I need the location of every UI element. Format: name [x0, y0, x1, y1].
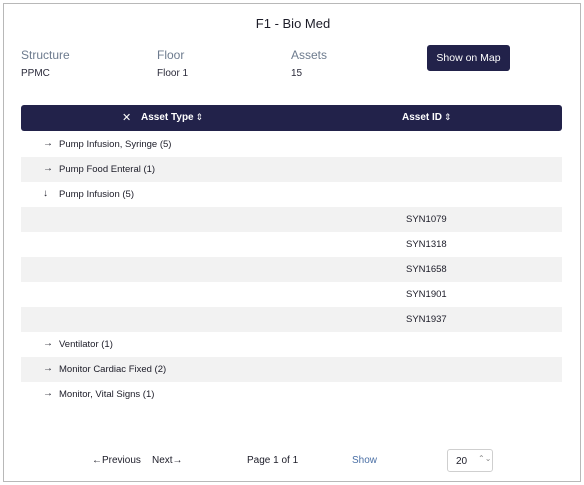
table-row[interactable]: → Ventilator (1): [21, 332, 562, 357]
group-label: Monitor Cardiac Fixed (2): [59, 364, 167, 375]
structure-label: Structure: [21, 48, 70, 62]
structure-value: PPMC: [21, 68, 50, 79]
page-title: F1 - Bio Med: [255, 16, 331, 31]
table-header: ✕ Asset Type ⇕ Asset ID ⇕: [21, 105, 562, 131]
asset-panel: F1 - Bio Med Structure PPMC Floor Floor …: [3, 3, 581, 482]
asset-id-header-label: Asset ID: [402, 112, 443, 123]
table-row[interactable]: → Pump Infusion, Syringe (5): [21, 132, 562, 157]
floor-label: Floor: [157, 48, 185, 62]
table-row[interactable]: ↓ Pump Infusion (5): [21, 182, 562, 207]
page-info: Page 1 of 1: [247, 455, 299, 466]
table-row[interactable]: SYN1658: [21, 257, 562, 282]
next-page-button[interactable]: Next→: [152, 455, 183, 466]
group-label: Monitor, Vital Signs (1): [59, 389, 155, 400]
table-row[interactable]: SYN1318: [21, 232, 562, 257]
asset-id: SYN1901: [406, 289, 447, 300]
previous-page-button[interactable]: ←Previous: [92, 455, 141, 466]
floor-value: Floor 1: [157, 68, 189, 79]
group-label: Pump Infusion, Syringe (5): [59, 139, 172, 150]
table-row[interactable]: → Monitor, Vital Signs (1): [21, 382, 562, 407]
asset-id: SYN1658: [406, 264, 447, 275]
assets-value: 15: [291, 68, 303, 79]
stepper-chevron-icon: ⌃⌄: [478, 454, 492, 463]
asset-id: SYN1318: [406, 239, 447, 250]
group-label: Ventilator (1): [59, 339, 113, 350]
sort-icon: ⇕: [195, 112, 204, 122]
table-row[interactable]: SYN1937: [21, 307, 562, 332]
expand-arrow-icon[interactable]: →: [43, 338, 53, 349]
sort-icon: ⇕: [444, 112, 452, 122]
expand-arrow-icon[interactable]: →: [43, 163, 53, 174]
asset-id: SYN1937: [406, 314, 447, 325]
asset-id-column-header[interactable]: Asset ID ⇕: [402, 112, 452, 123]
group-label: Pump Food Enteral (1): [59, 164, 156, 175]
page-size-select[interactable]: 20 ⌃⌄: [447, 449, 493, 472]
page-size-value: 20: [456, 456, 468, 467]
asset-id: SYN1079: [406, 214, 447, 225]
table-row[interactable]: → Monitor Cardiac Fixed (2): [21, 357, 562, 382]
show-label: Show: [352, 455, 378, 466]
table-row[interactable]: SYN1901: [21, 282, 562, 307]
asset-type-column-header[interactable]: Asset Type ⇕: [141, 112, 203, 123]
asset-type-header-label: Asset Type: [141, 112, 194, 123]
expand-arrow-icon[interactable]: →: [43, 363, 53, 374]
clear-grouping-icon[interactable]: ✕: [122, 111, 131, 124]
show-on-map-button[interactable]: Show on Map: [427, 45, 510, 71]
collapse-arrow-icon[interactable]: ↓: [43, 188, 48, 199]
asset-table-body: → Pump Infusion, Syringe (5) → Pump Food…: [21, 132, 562, 407]
table-row[interactable]: SYN1079: [21, 207, 562, 232]
expand-arrow-icon[interactable]: →: [43, 388, 53, 399]
assets-label: Assets: [291, 48, 328, 62]
group-label: Pump Infusion (5): [59, 189, 134, 200]
table-row[interactable]: → Pump Food Enteral (1): [21, 157, 562, 182]
expand-arrow-icon[interactable]: →: [43, 138, 53, 149]
